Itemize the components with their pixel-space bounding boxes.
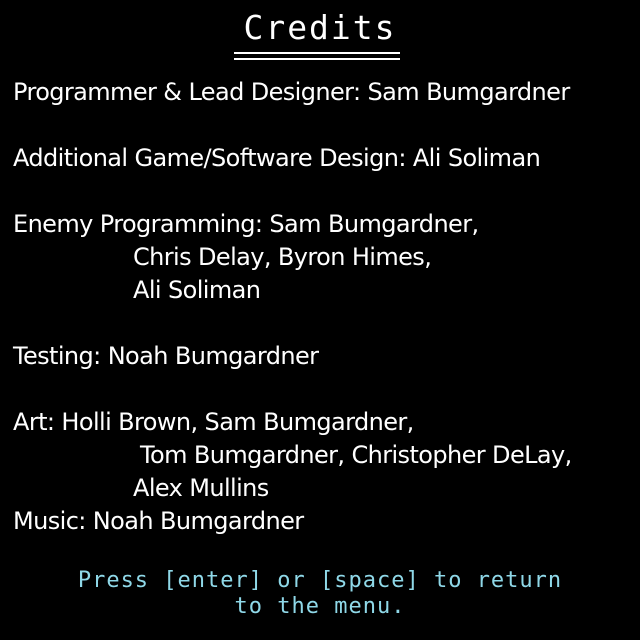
title-underline-bottom (234, 58, 400, 60)
credit-art-line-3: Alex Mullins (133, 474, 269, 502)
return-prompt-line-2: to the menu. (234, 594, 406, 619)
return-prompt-line-1: Press [enter] or [space] to return (77, 568, 563, 593)
credit-testing: Testing: Noah Bumgardner (13, 342, 319, 370)
credit-enemy-programming: Enemy Programming: Sam Bumgardner, (13, 210, 479, 238)
title-underline-top (234, 52, 400, 54)
credits-title: Credits (243, 8, 397, 47)
credit-enemy-programming-line-3: Ali Soliman (133, 276, 261, 304)
credit-enemy-programming-line-2: Chris Delay, Byron Himes, (133, 243, 432, 271)
credit-programmer: Programmer & Lead Designer: Sam Bumgardn… (13, 78, 570, 106)
credit-music: Music: Noah Bumgardner (13, 507, 304, 535)
credit-art: Art: Holli Brown, Sam Bumgardner, (13, 408, 414, 436)
credit-art-line-2: Tom Bumgardner, Christopher DeLay, (140, 441, 572, 469)
credit-additional-design: Additional Game/Software Design: Ali Sol… (13, 144, 541, 172)
